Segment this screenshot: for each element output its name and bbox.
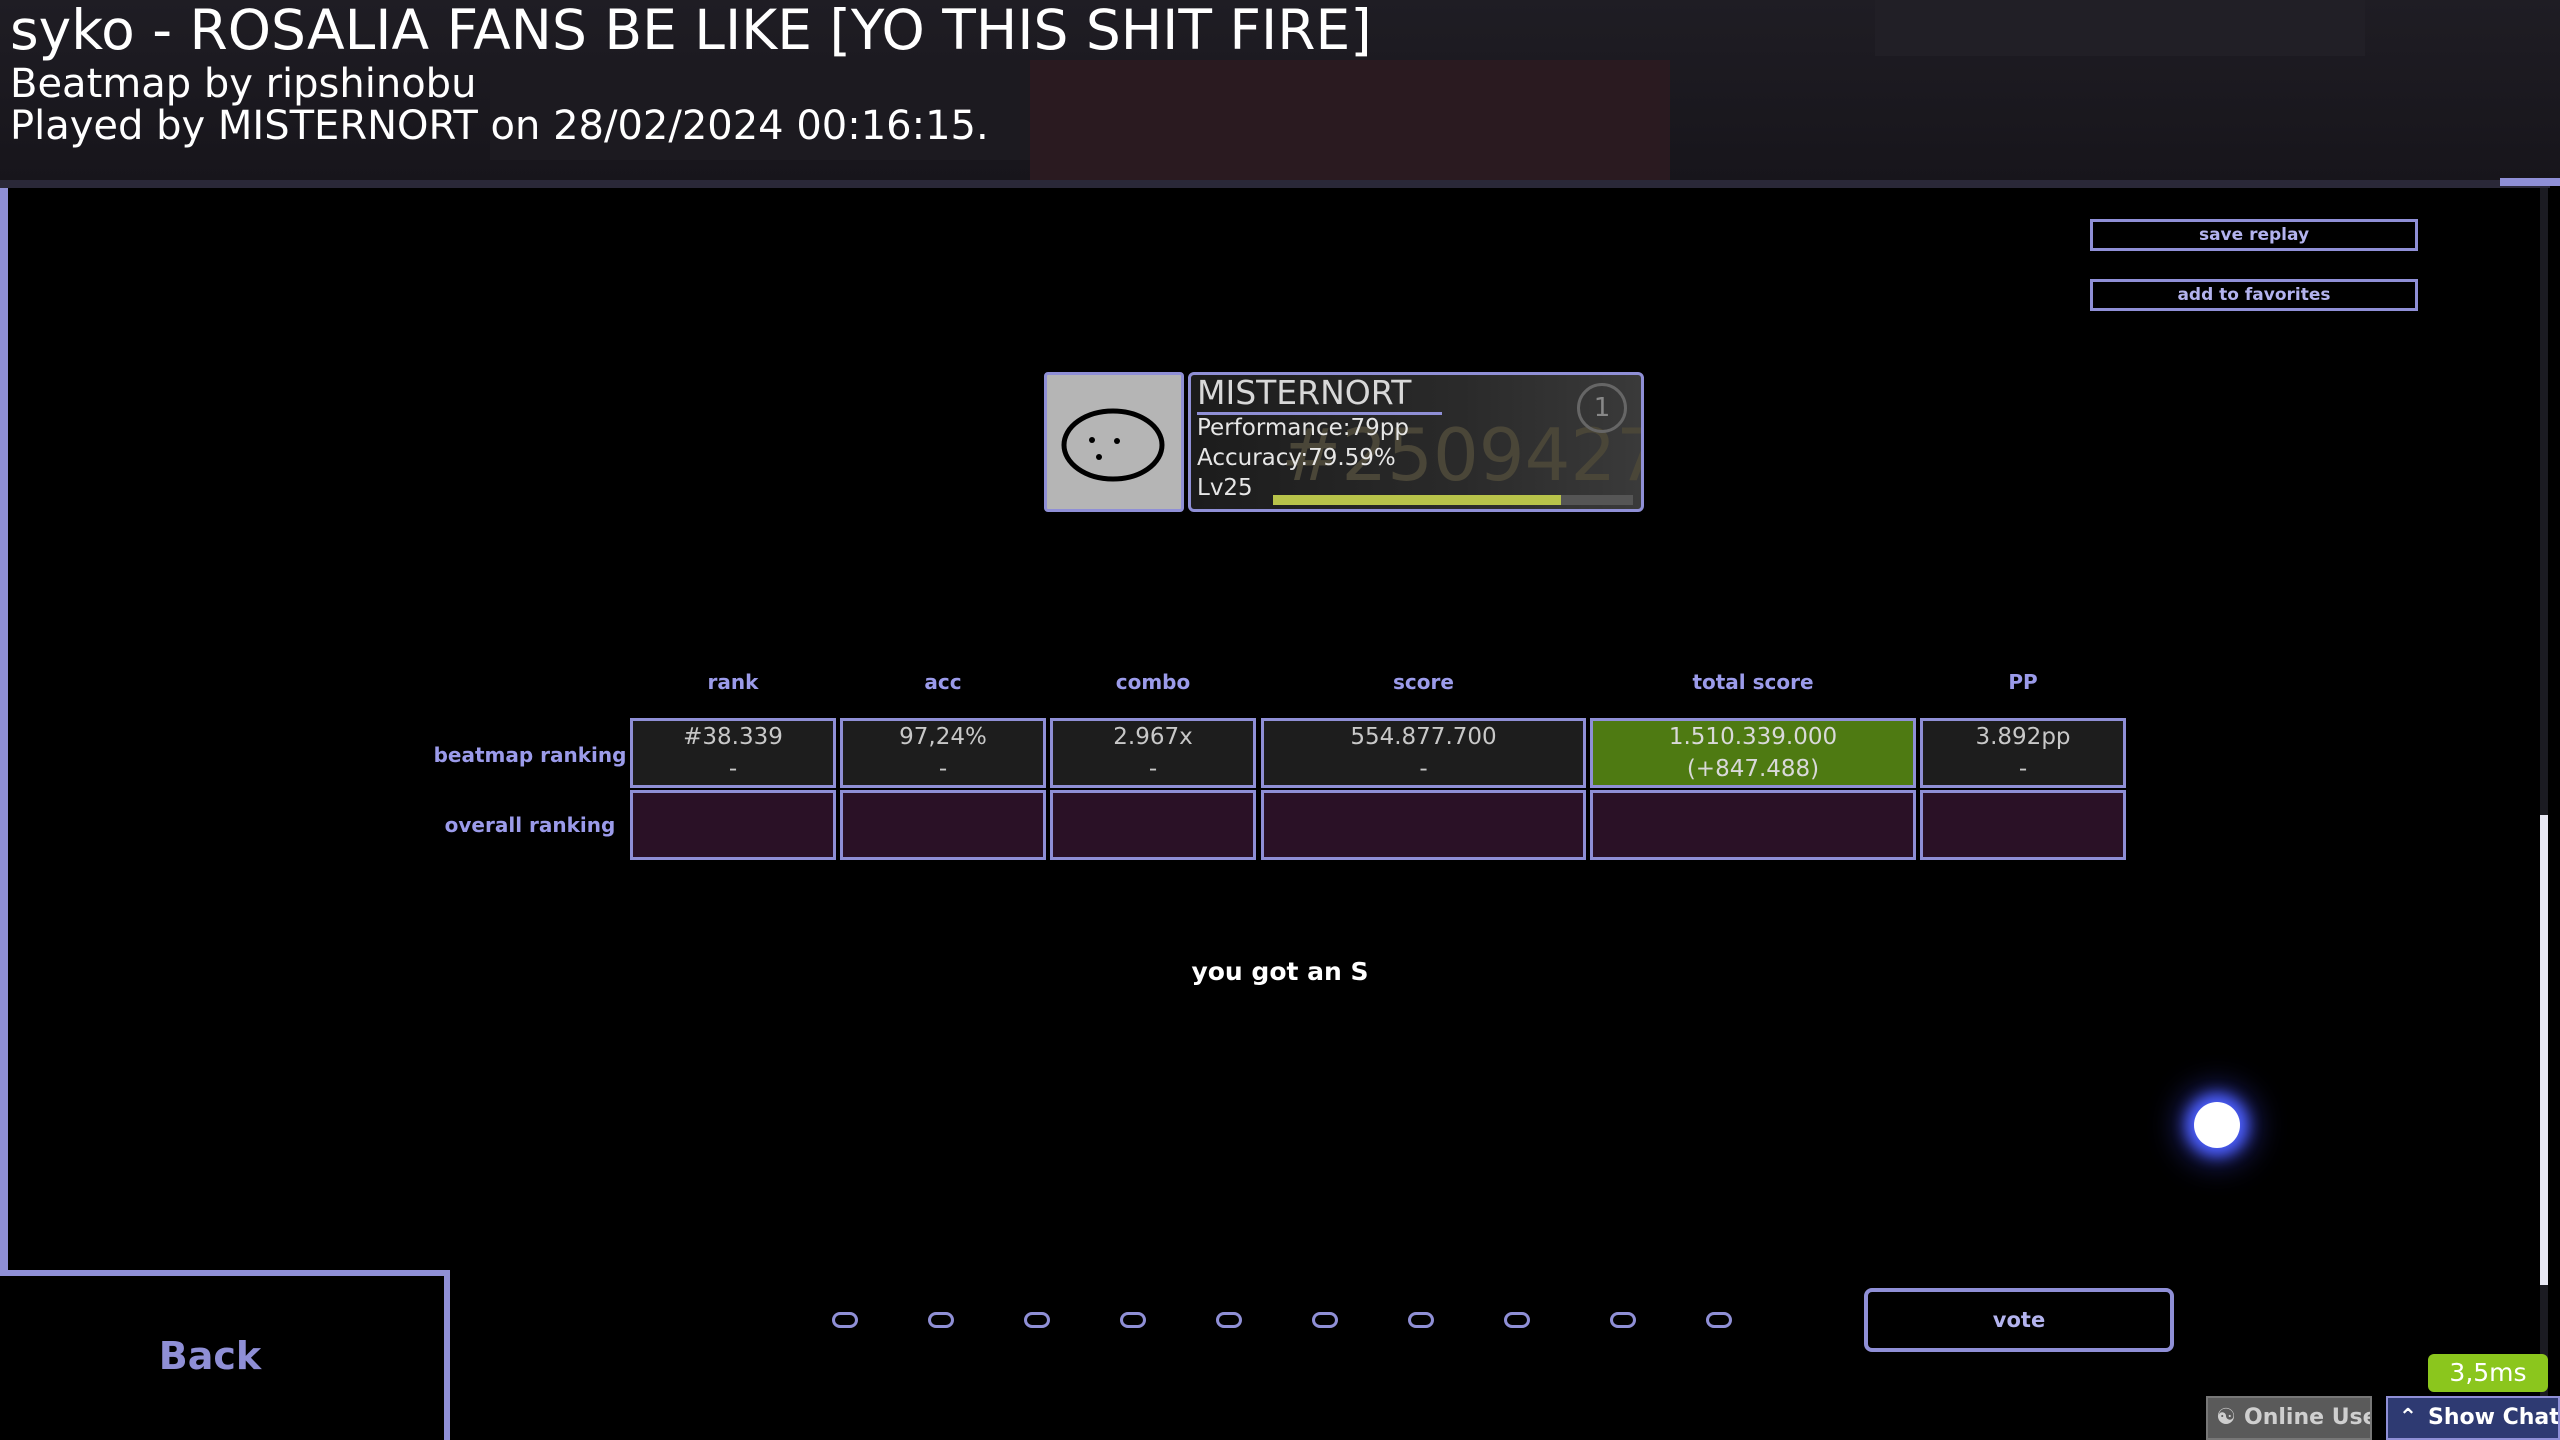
cell-value: #38.339 bbox=[683, 724, 783, 750]
cell-delta: - bbox=[938, 756, 948, 782]
table-cell-total-score: 1.510.339.000 (+847.488) bbox=[1590, 718, 1916, 788]
level-progress-fill bbox=[1273, 495, 1561, 505]
frame-border-left bbox=[0, 188, 8, 1273]
column-header-combo: combo bbox=[1115, 670, 1191, 694]
frame-border-top-accent bbox=[2500, 178, 2560, 186]
table-cell-rank: #38.339 - bbox=[630, 718, 836, 788]
cell-delta: - bbox=[1148, 756, 1158, 782]
rating-dot-7[interactable] bbox=[1408, 1312, 1434, 1328]
rating-dot-9[interactable] bbox=[1610, 1312, 1636, 1328]
cell-delta: (+847.488) bbox=[1686, 756, 1820, 782]
rating-dot-8[interactable] bbox=[1504, 1312, 1530, 1328]
rating-dot-5[interactable] bbox=[1216, 1312, 1242, 1328]
show-chat-label: Show Chat bbox=[2428, 1405, 2560, 1430]
rating-dot-2[interactable] bbox=[928, 1312, 954, 1328]
rank-badge: 1 bbox=[1577, 383, 1627, 433]
chevron-up-icon: ⌃ bbox=[2398, 1405, 2418, 1430]
player-performance: Performance:79pp bbox=[1197, 415, 1409, 441]
table-cell-combo: 2.967x - bbox=[1050, 718, 1256, 788]
cursor-icon bbox=[2194, 1102, 2240, 1148]
rating-dot-10[interactable] bbox=[1706, 1312, 1732, 1328]
cell-value: 2.967x bbox=[1113, 724, 1193, 750]
table-cell-overall-rank bbox=[630, 790, 836, 860]
cell-delta: - bbox=[1419, 756, 1428, 782]
table-cell-overall-acc bbox=[840, 790, 1046, 860]
doodle-face-icon bbox=[1061, 408, 1165, 482]
background-ghost bbox=[1875, 0, 2365, 56]
rating-dot-6[interactable] bbox=[1312, 1312, 1338, 1328]
table-cell-overall-total-score bbox=[1590, 790, 1916, 860]
column-header-acc: acc bbox=[924, 670, 962, 694]
save-replay-button[interactable]: save replay bbox=[2090, 219, 2418, 251]
scrollbar[interactable] bbox=[2540, 815, 2548, 1285]
rating-dot-4[interactable] bbox=[1120, 1312, 1146, 1328]
cell-value: 3.892pp bbox=[1975, 724, 2071, 750]
show-chat-button[interactable]: ⌃ Show Chat bbox=[2386, 1396, 2560, 1440]
column-header-score: score bbox=[1393, 670, 1454, 694]
result-message: you got an S bbox=[1191, 957, 1369, 986]
online-users-label: Online Users bbox=[2244, 1405, 2370, 1430]
online-users-button[interactable]: ☯ Online Users bbox=[2206, 1396, 2372, 1440]
background-ghost bbox=[1030, 60, 1670, 180]
song-title: syko - ROSALIA FANS BE LIKE [YO THIS SHI… bbox=[10, 0, 1372, 62]
cell-delta: - bbox=[2018, 756, 2028, 782]
users-icon: ☯ bbox=[2216, 1405, 2236, 1430]
player-accuracy: Accuracy:79.59% bbox=[1197, 445, 1396, 471]
cell-delta: - bbox=[728, 756, 738, 782]
player-level: Lv25 bbox=[1197, 475, 1253, 501]
latency-badge: 3,5ms bbox=[2428, 1354, 2548, 1392]
table-cell-acc: 97,24% - bbox=[840, 718, 1046, 788]
cell-value: 554.877.700 bbox=[1350, 724, 1497, 750]
table-cell-overall-score bbox=[1261, 790, 1586, 860]
table-cell-overall-combo bbox=[1050, 790, 1256, 860]
player-card[interactable]: #2509427 MISTERNORT Performance:79pp Acc… bbox=[1188, 372, 1644, 512]
level-progress-bar bbox=[1273, 495, 1633, 505]
column-header-rank: rank bbox=[707, 670, 759, 694]
table-cell-pp: 3.892pp - bbox=[1920, 718, 2126, 788]
cell-value: 97,24% bbox=[899, 724, 987, 750]
vote-button[interactable]: vote bbox=[1864, 1288, 2174, 1352]
row-header-beatmap-ranking: beatmap ranking bbox=[433, 743, 627, 767]
player-name: MISTERNORT bbox=[1197, 373, 1412, 412]
header-bar: syko - ROSALIA FANS BE LIKE [YO THIS SHI… bbox=[0, 0, 2560, 180]
back-button[interactable]: Back bbox=[0, 1334, 420, 1378]
beatmap-author: Beatmap by ripshinobu bbox=[10, 61, 477, 107]
row-header-overall-ranking: overall ranking bbox=[444, 813, 616, 837]
column-header-pp: PP bbox=[2008, 670, 2038, 694]
add-to-favorites-button[interactable]: add to favorites bbox=[2090, 279, 2418, 311]
rating-dot-1[interactable] bbox=[832, 1312, 858, 1328]
avatar[interactable] bbox=[1044, 372, 1184, 512]
table-cell-overall-pp bbox=[1920, 790, 2126, 860]
cell-value: 1.510.339.000 bbox=[1668, 724, 1838, 750]
frame-border-top bbox=[0, 180, 2550, 188]
column-header-total-score: total score bbox=[1692, 670, 1814, 694]
table-cell-score: 554.877.700 - bbox=[1261, 718, 1586, 788]
rating-dot-3[interactable] bbox=[1024, 1312, 1050, 1328]
played-by-info: Played by MISTERNORT on 28/02/2024 00:16… bbox=[10, 103, 989, 149]
